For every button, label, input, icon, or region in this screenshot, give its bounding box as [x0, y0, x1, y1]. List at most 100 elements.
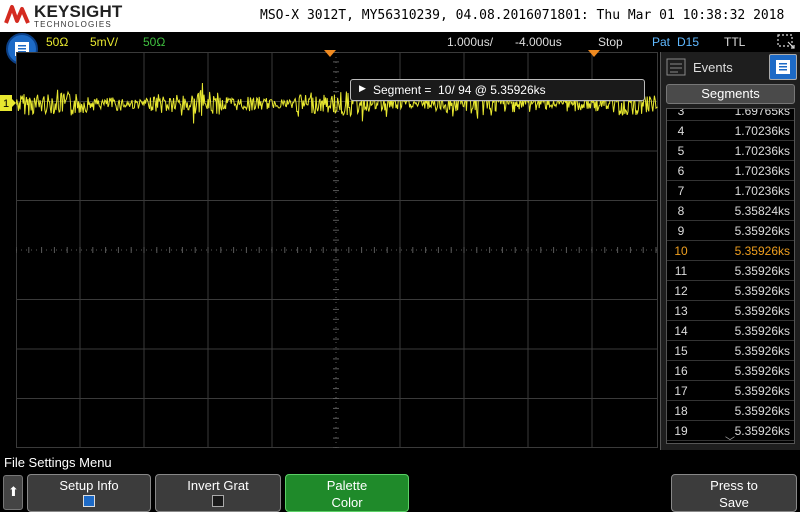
segment-row[interactable]: 9 5.35926ks [667, 221, 794, 241]
segment-index: 4 [677, 124, 685, 138]
segment-row[interactable]: 10 5.35926ks [667, 241, 794, 261]
segment-row[interactable]: 4 1.70236ks [667, 121, 794, 141]
segment-index: 3 [677, 108, 685, 118]
instrument-info: MSO-X 3012T, MY56310239, 04.08.201607180… [260, 8, 785, 23]
segment-time: 5.35926ks [734, 424, 790, 438]
segment-time: 1.70236ks [734, 164, 790, 178]
segment-row[interactable]: 14 5.35926ks [667, 321, 794, 341]
segment-row[interactable]: 18 5.35926ks [667, 401, 794, 421]
brand-subtitle: TECHNOLOGIES [34, 20, 112, 29]
trigger-type[interactable]: TTL [724, 35, 745, 49]
up-arrow-icon: ⬆ [8, 484, 19, 499]
segment-time: 5.35926ks [734, 244, 790, 258]
save-softkey[interactable]: Press to Save [671, 474, 797, 512]
segment-row[interactable]: 13 5.35926ks [667, 301, 794, 321]
panel-menu-icon [776, 60, 790, 74]
menu-title: File Settings Menu [4, 455, 112, 470]
events-icon [666, 58, 686, 76]
invert-grat-checkbox[interactable] [212, 495, 224, 507]
segment-row[interactable]: 11 5.35926ks [667, 261, 794, 281]
segment-row[interactable]: 12 5.35926ks [667, 281, 794, 301]
segment-row[interactable]: 5 1.70236ks [667, 141, 794, 161]
play-arrow-icon: ▶ [359, 83, 366, 93]
status-bar: 50Ω 5mV/ 50Ω 1.000us/ -4.000us Stop Pat … [0, 32, 800, 52]
ch2-impedance[interactable]: 50Ω [143, 35, 165, 49]
ch1-scale[interactable]: 5mV/ [90, 35, 118, 49]
save-press-to-label: Press to [710, 478, 758, 493]
segment-row[interactable]: 15 5.35926ks [667, 341, 794, 361]
keysight-logo: KEYSIGHT TECHNOLOGIES [4, 2, 124, 30]
segment-time: 5.35926ks [734, 324, 790, 338]
scroll-down-icon[interactable]: ﹀ [725, 433, 735, 443]
segment-total: 94 @ 5.35926ks [458, 83, 546, 97]
back-button[interactable]: ⬆ [3, 475, 23, 510]
segments-button[interactable]: Segments [666, 84, 795, 104]
delay[interactable]: -4.000us [515, 35, 562, 49]
svg-text:1: 1 [3, 98, 9, 110]
segment-readout: ▶ Segment = 10/ 94 @ 5.35926ks [350, 79, 645, 101]
panel-title: Events [693, 60, 733, 75]
run-state: Stop [598, 35, 623, 49]
segment-label: Segment = [373, 83, 432, 97]
segment-index: 17 [674, 384, 688, 398]
segment-index: 8 [677, 204, 685, 218]
segment-row[interactable]: 16 5.35926ks [667, 361, 794, 381]
segments-list[interactable]: 19 5.35926ks 18 5.35926ks 17 5.35926ks 16 5.359… [666, 108, 795, 444]
segment-time: 5.35926ks [734, 284, 790, 298]
segment-index: 14 [674, 324, 688, 338]
segment-index: 10 [674, 244, 688, 258]
title-bar: KEYSIGHT TECHNOLOGIES MSO-X 3012T, MY563… [0, 0, 800, 32]
setup-info-softkey[interactable]: Setup Info [27, 474, 151, 512]
segment-time: 1.69765ks [734, 108, 790, 118]
invert-grat-softkey[interactable]: Invert Grat [155, 474, 281, 512]
segment-row[interactable]: 7 1.70236ks [667, 181, 794, 201]
segment-time: 1.70236ks [734, 144, 790, 158]
segment-time: 1.70236ks [734, 124, 790, 138]
panel-menu-button[interactable] [769, 54, 797, 80]
trigger-position-marker[interactable] [324, 50, 336, 58]
segment-time: 5.35926ks [734, 364, 790, 378]
segment-index: 11 [674, 264, 688, 278]
segment-time: 1.70236ks [734, 184, 790, 198]
segment-time: 5.35926ks [734, 304, 790, 318]
segment-current: 10/ [438, 83, 455, 97]
segment-index: 9 [677, 224, 685, 238]
keysight-wave-logo-icon [4, 5, 30, 24]
segment-index: 19 [674, 424, 688, 438]
timebase[interactable]: 1.000us/ [447, 35, 493, 49]
segment-index: 18 [674, 404, 688, 418]
brand-name: KEYSIGHT [34, 2, 123, 21]
palette-value: Color [331, 495, 363, 510]
waveform-graticule[interactable] [16, 52, 658, 448]
ch1-impedance[interactable]: 50Ω [46, 35, 68, 49]
events-panel: Events Segments 19 5.35926ks 18 5.35926ks 17… [660, 52, 800, 450]
trigger-digital[interactable]: D15 [677, 35, 699, 49]
segment-time: 5.35926ks [734, 384, 790, 398]
segment-time: 5.35926ks [734, 224, 790, 238]
setup-info-label: Setup Info [59, 478, 119, 493]
palette-softkey[interactable]: Palette Color [285, 474, 409, 512]
segment-row[interactable]: 3 1.69765ks [667, 108, 794, 121]
segment-index: 16 [674, 364, 688, 378]
screen-capture-icon[interactable] [777, 34, 795, 50]
ch1-ground-marker[interactable]: 1 [0, 95, 16, 111]
segment-index: 7 [677, 184, 685, 198]
segment-time: 5.35926ks [734, 264, 790, 278]
segment-index: 6 [677, 164, 685, 178]
save-label: Save [719, 495, 749, 510]
segment-time: 5.35926ks [734, 344, 790, 358]
segment-index: 13 [674, 304, 688, 318]
segment-time: 5.35926ks [734, 404, 790, 418]
segment-time: 5.35824ks [734, 204, 790, 218]
setup-info-checkbox[interactable] [83, 495, 95, 507]
segment-index: 15 [674, 344, 688, 358]
segment-row[interactable]: 6 1.70236ks [667, 161, 794, 181]
trigger-pattern[interactable]: Pat [652, 35, 670, 49]
invert-grat-label: Invert Grat [187, 478, 249, 493]
palette-label: Palette [326, 478, 368, 493]
segment-row[interactable]: 17 5.35926ks [667, 381, 794, 401]
time-reference-marker[interactable] [588, 50, 600, 58]
segment-index: 12 [674, 284, 688, 298]
segment-index: 5 [677, 144, 685, 158]
segment-row[interactable]: 8 5.35824ks [667, 201, 794, 221]
